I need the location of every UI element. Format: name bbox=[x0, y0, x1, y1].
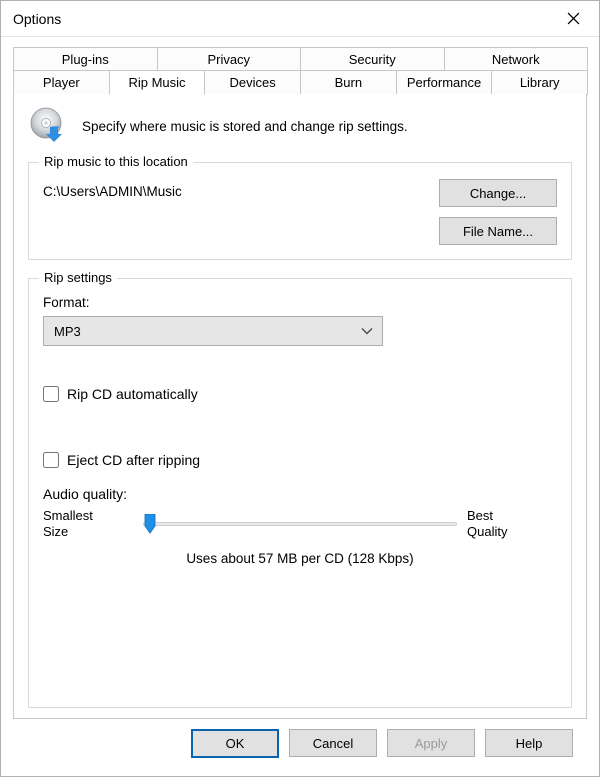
window-title: Options bbox=[13, 11, 553, 27]
format-label: Format: bbox=[43, 295, 557, 310]
tab-library[interactable]: Library bbox=[491, 70, 588, 95]
dialog-body: Plug-ins Privacy Security Network Player… bbox=[1, 37, 599, 776]
tab-privacy[interactable]: Privacy bbox=[157, 47, 302, 71]
close-button[interactable] bbox=[553, 1, 593, 36]
tab-panel-rip-music: Specify where music is stored and change… bbox=[13, 94, 587, 719]
rip-location-path: C:\Users\ADMIN\Music bbox=[43, 179, 429, 199]
ok-button[interactable]: OK bbox=[191, 729, 279, 758]
tab-network[interactable]: Network bbox=[444, 47, 589, 71]
eject-row[interactable]: Eject CD after ripping bbox=[43, 452, 557, 468]
options-dialog: Options Plug-ins Privacy Security Networ… bbox=[0, 0, 600, 777]
format-select[interactable]: MP3 bbox=[43, 316, 383, 346]
help-button[interactable]: Help bbox=[485, 729, 573, 757]
dialog-button-bar: OK Cancel Apply Help bbox=[13, 719, 587, 770]
quality-slider[interactable] bbox=[143, 512, 457, 536]
apply-button[interactable]: Apply bbox=[387, 729, 475, 757]
cd-rip-icon bbox=[28, 106, 68, 146]
audio-quality-label: Audio quality: bbox=[43, 486, 557, 502]
close-icon bbox=[567, 12, 580, 25]
tab-strip: Plug-ins Privacy Security Network Player… bbox=[13, 47, 587, 95]
group-rip-location: Rip music to this location C:\Users\ADMI… bbox=[28, 162, 572, 260]
quality-usage-text: Uses about 57 MB per CD (128 Kbps) bbox=[43, 551, 557, 566]
header-description: Specify where music is stored and change… bbox=[82, 119, 408, 134]
rip-auto-checkbox[interactable] bbox=[43, 386, 59, 402]
tab-performance[interactable]: Performance bbox=[396, 70, 493, 95]
eject-label: Eject CD after ripping bbox=[67, 452, 200, 468]
rip-auto-row[interactable]: Rip CD automatically bbox=[43, 386, 557, 402]
group-rip-location-legend: Rip music to this location bbox=[39, 154, 193, 169]
tab-player[interactable]: Player bbox=[13, 70, 110, 95]
tab-devices[interactable]: Devices bbox=[204, 70, 301, 95]
group-rip-settings-legend: Rip settings bbox=[39, 270, 117, 285]
tab-burn[interactable]: Burn bbox=[300, 70, 397, 95]
group-rip-settings: Rip settings Format: MP3 Rip CD automati… bbox=[28, 278, 572, 708]
titlebar: Options bbox=[1, 1, 599, 37]
file-name-button[interactable]: File Name... bbox=[439, 217, 557, 245]
tab-plugins[interactable]: Plug-ins bbox=[13, 47, 158, 71]
slider-thumb-icon[interactable] bbox=[143, 514, 157, 534]
cancel-button[interactable]: Cancel bbox=[289, 729, 377, 757]
eject-checkbox[interactable] bbox=[43, 452, 59, 468]
slider-min-label: Smallest Size bbox=[43, 508, 133, 541]
rip-auto-label: Rip CD automatically bbox=[67, 386, 198, 402]
slider-max-label: Best Quality bbox=[467, 508, 557, 541]
tab-security[interactable]: Security bbox=[300, 47, 445, 71]
change-location-button[interactable]: Change... bbox=[439, 179, 557, 207]
tab-rip-music[interactable]: Rip Music bbox=[109, 70, 206, 95]
